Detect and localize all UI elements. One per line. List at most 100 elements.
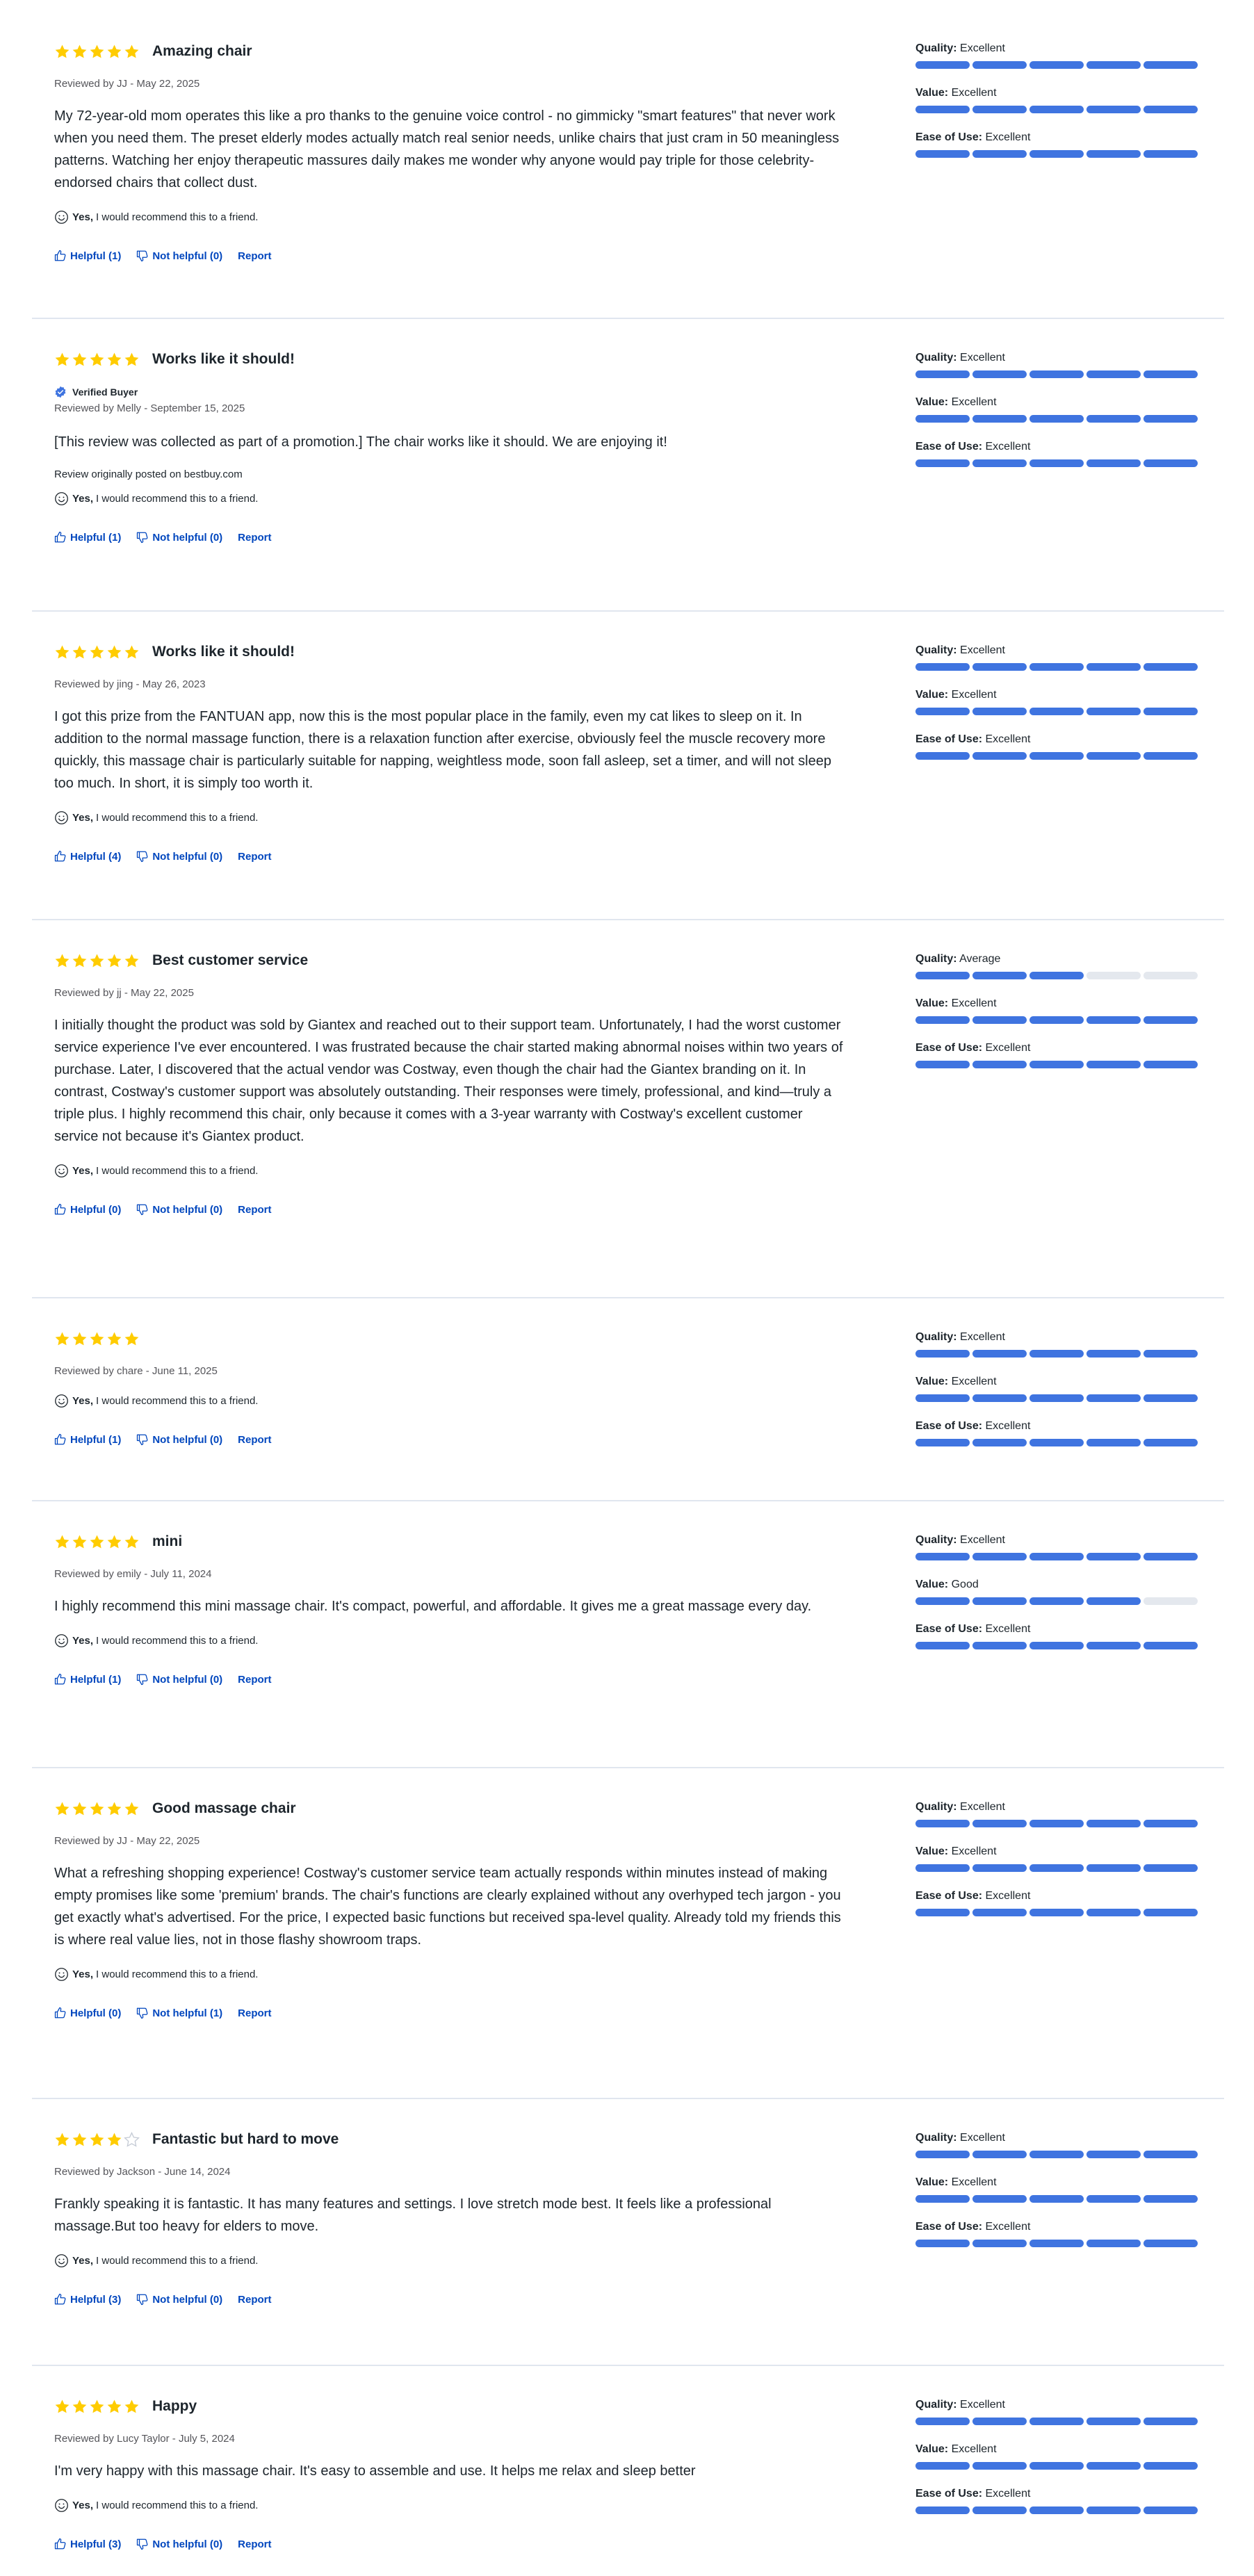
bar-segment-filled [1029,1864,1084,1872]
not-helpful-button[interactable]: Not helpful (0) [136,2293,222,2306]
star-filled-icon [54,1331,70,1347]
report-link[interactable]: Report [238,1674,271,1686]
star-filled-icon [54,352,70,368]
metric-label: Value: [915,396,949,408]
recommend-line: Yes, I would recommend this to a friend. [54,209,847,225]
star-filled-icon [72,953,88,969]
quality-bar [915,1553,1198,1560]
bar-segment-filled [915,150,970,158]
bar-segment-filled [972,415,1027,423]
not-helpful-button[interactable]: Not helpful (0) [136,2538,222,2550]
report-link[interactable]: Report [238,250,271,262]
bar-segment-filled [1143,2195,1198,2203]
helpful-button[interactable]: Helpful (1) [54,1433,121,1446]
bar-segment-filled [1086,752,1141,760]
star-filled-icon [54,2132,70,2148]
smile-icon [54,1164,69,1178]
ease-of-use-rating: Ease of Use: Excellent [915,1622,1198,1667]
thumbs-down-icon [136,531,149,544]
helpful-button[interactable]: Helpful (1) [54,1673,121,1686]
review-actions: Helpful (0) Not helpful (1) Report [54,2005,847,2021]
bar-segment-filled [1029,1909,1084,1916]
not-helpful-button[interactable]: Not helpful (0) [136,531,222,544]
recommend-line: Yes, I would recommend this to a friend. [54,1393,847,1408]
review-byline: Reviewed by jj - May 22, 2025 [54,987,194,999]
bar-segment-filled [1086,61,1141,69]
metric-value: Excellent [960,352,1005,364]
not-helpful-button[interactable]: Not helpful (0) [136,1673,222,1686]
bar-segment-filled [1086,1439,1141,1446]
star-filled-icon [54,1534,70,1550]
bar-segment-filled [972,2195,1027,2203]
metric-value: Good [951,1579,979,1590]
helpful-button[interactable]: Helpful (0) [54,2007,121,2019]
smile-icon [54,210,69,225]
bar-segment-filled [915,2506,970,2514]
report-link[interactable]: Report [238,532,271,544]
bar-segment-filled [972,2151,1027,2158]
value-rating: Value: Excellent [915,86,1198,131]
bar-segment-filled [972,972,1027,979]
bar-segment-filled [972,1350,1027,1358]
helpful-button[interactable]: Helpful (1) [54,531,121,544]
report-link[interactable]: Report [238,1434,271,1446]
bar-segment-filled [915,1909,970,1916]
report-link[interactable]: Report [238,2007,271,2019]
bar-segment-filled [1086,150,1141,158]
star-filled-icon [124,2399,140,2415]
bar-segment-filled [972,708,1027,715]
report-link[interactable]: Report [238,2294,271,2306]
value-bar [915,415,1198,423]
bar-segment-filled [972,2506,1027,2514]
ratings-panel: Quality: Excellent Value: Good Ease of U… [915,1533,1198,1667]
value-bar [915,708,1198,715]
metric-value: Excellent [985,1890,1031,1902]
bar-segment-filled [1086,1820,1141,1827]
not-helpful-button[interactable]: Not helpful (0) [136,250,222,262]
bar-segment-filled [1086,2462,1141,2470]
star-rating [54,953,141,969]
helpful-button[interactable]: Helpful (3) [54,2538,121,2550]
review-actions: Helpful (1) Not helpful (0) Report [54,530,847,545]
star-filled-icon [124,644,140,660]
metric-label: Ease of Use: [915,1042,983,1054]
bar-segment-filled [972,1820,1027,1827]
helpful-button[interactable]: Helpful (3) [54,2293,121,2306]
not-helpful-button[interactable]: Not helpful (0) [136,850,222,863]
smile-icon [54,491,69,506]
star-filled-icon [54,2399,70,2415]
bar-segment-filled [1086,2151,1141,2158]
bar-segment-filled [915,2462,970,2470]
smile-icon [54,1633,69,1648]
not-helpful-button[interactable]: Not helpful (1) [136,2007,222,2019]
metric-value: Excellent [985,2221,1031,2233]
bar-segment-filled [915,2418,970,2425]
bar-segment-filled [1143,1864,1198,1872]
star-rating [54,2399,141,2415]
report-link[interactable]: Report [238,851,271,863]
helpful-button[interactable]: Helpful (0) [54,1203,121,1216]
quality-rating: Quality: Average [915,952,1198,997]
helpful-button[interactable]: Helpful (4) [54,850,121,863]
bar-segment-filled [1143,150,1198,158]
review-card: Reviewed by chare - June 11, 2025 Yes, I … [32,1298,1224,1501]
report-link[interactable]: Report [238,2538,271,2550]
not-helpful-button[interactable]: Not helpful (0) [136,1433,222,1446]
bar-segment-filled [972,2418,1027,2425]
not-helpful-button[interactable]: Not helpful (0) [136,1203,222,1216]
not-helpful-label: Not helpful (0) [152,1203,223,1216]
verified-label: Verified Buyer [72,386,138,398]
not-helpful-label: Not helpful (0) [152,1673,223,1686]
smile-icon [54,810,69,825]
helpful-button[interactable]: Helpful (1) [54,250,121,262]
value-rating: Value: Excellent [915,688,1198,733]
metric-label: Ease of Use: [915,441,983,453]
bar-segment-filled [972,1909,1027,1916]
bar-segment-filled [1029,150,1084,158]
metric-value: Excellent [951,2176,997,2188]
recommend-line: Yes, I would recommend this to a friend. [54,1163,847,1178]
report-link[interactable]: Report [238,1204,271,1216]
bar-segment-filled [915,663,970,671]
review-title: Happy [152,2398,197,2414]
star-filled-icon [89,1801,105,1817]
